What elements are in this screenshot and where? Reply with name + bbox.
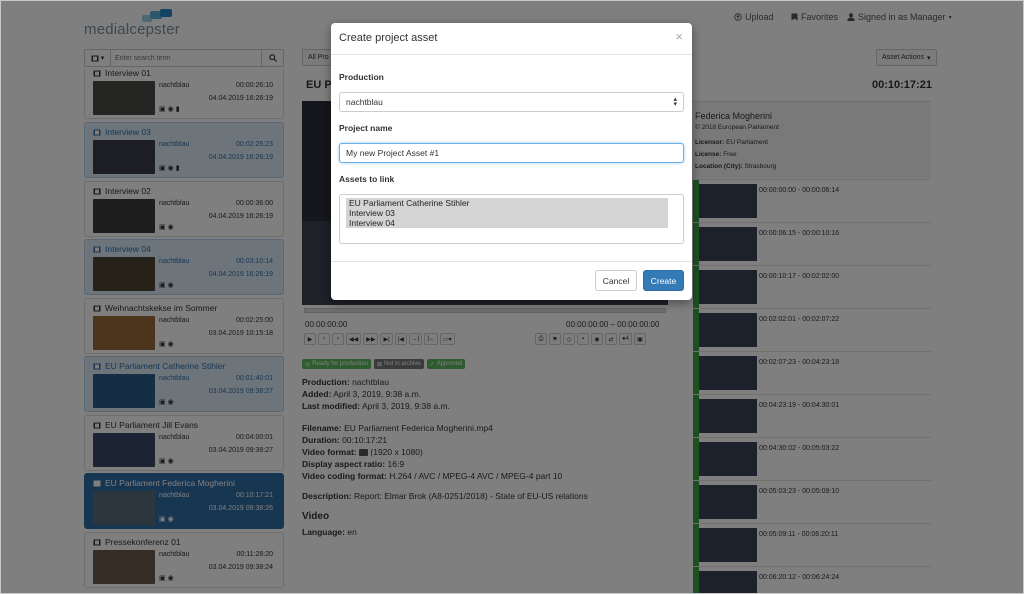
modal-header: Create project asset × — [331, 23, 692, 55]
assets-to-link-label: Assets to link — [339, 174, 395, 184]
project-name-input[interactable]: My new Project Asset #1 — [339, 143, 684, 163]
project-name-value: My new Project Asset #1 — [346, 148, 440, 158]
production-label: Production — [339, 72, 384, 82]
production-select-value: nachtblau — [346, 97, 383, 107]
modal-footer-divider — [331, 261, 692, 262]
select-arrows-icon: ▴ ▾ — [673, 96, 677, 108]
production-select[interactable]: nachtblau ▴ ▾ — [339, 92, 684, 112]
modal-title: Create project asset — [339, 32, 438, 44]
linked-asset-option[interactable]: EU Parliament Catherine Stihler — [346, 198, 668, 208]
linked-asset-option[interactable]: Interview 03 — [346, 208, 668, 218]
app-window: medialcepster Upload Favorites Signed in… — [0, 0, 1024, 594]
create-project-asset-modal: Create project asset × Production nachtb… — [331, 23, 692, 300]
close-icon[interactable]: × — [675, 29, 683, 44]
assets-to-link-list[interactable]: EU Parliament Catherine Stihler Intervie… — [339, 194, 684, 244]
project-name-label: Project name — [339, 123, 393, 133]
create-button[interactable]: Create — [643, 270, 684, 291]
linked-asset-option[interactable]: Interview 04 — [346, 218, 668, 228]
cancel-button[interactable]: Cancel — [595, 270, 637, 291]
